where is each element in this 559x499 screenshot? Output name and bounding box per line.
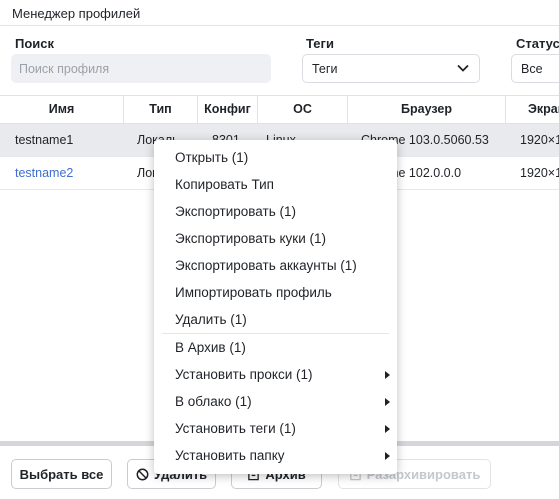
menu-item-set-proxy[interactable]: Установить прокси (1) xyxy=(154,362,397,389)
menu-item-set-tags[interactable]: Установить теги (1) xyxy=(154,416,397,443)
tags-select-value: Теги xyxy=(312,62,338,76)
ban-icon xyxy=(136,468,149,480)
column-header-browser[interactable]: Браузер xyxy=(348,96,506,124)
menu-item-delete[interactable]: Удалить (1) xyxy=(154,307,397,334)
column-header-name[interactable]: Имя xyxy=(0,96,124,124)
menu-item-set-folder[interactable]: Установить папку xyxy=(154,443,397,470)
cell-name: testname1 xyxy=(15,133,74,147)
tags-select[interactable]: Теги xyxy=(302,54,480,83)
column-header-screen[interactable]: Экран xyxy=(506,96,559,124)
menu-item-export-cookies[interactable]: Экспортировать куки (1) xyxy=(154,226,397,253)
tags-label: Теги xyxy=(306,36,334,51)
window-titlebar: Менеджер профилей xyxy=(0,0,559,26)
submenu-arrow-icon xyxy=(385,452,390,460)
menu-item-label: Установить теги (1) xyxy=(175,421,296,436)
cell-screen: 1920×1080 xyxy=(520,166,559,180)
select-all-button[interactable]: Выбрать все xyxy=(11,459,112,489)
status-select-value: Все xyxy=(521,62,543,76)
menu-item-label: Экспортировать куки (1) xyxy=(175,231,326,246)
column-header-type[interactable]: Тип xyxy=(124,96,198,124)
menu-item-label: Экспортировать (1) xyxy=(175,204,296,219)
menu-item-label: Открыть (1) xyxy=(175,150,249,165)
submenu-arrow-icon xyxy=(385,371,390,379)
status-select[interactable]: Все xyxy=(511,54,559,83)
menu-item-label: Установить папку xyxy=(175,448,285,463)
search-label: Поиск xyxy=(15,36,55,51)
cell-name[interactable]: testname2 xyxy=(15,157,120,190)
menu-separator xyxy=(162,333,389,334)
menu-item-import-profile[interactable]: Импортировать профиль xyxy=(154,280,397,307)
menu-item-open[interactable]: Открыть (1) xyxy=(154,145,397,172)
menu-item-label: Импортировать профиль xyxy=(175,285,332,300)
window-title: Менеджер профилей xyxy=(12,6,141,21)
menu-item-copy-type[interactable]: Копировать Тип xyxy=(154,172,397,199)
menu-item-label: Копировать Тип xyxy=(175,177,274,192)
column-header-os[interactable]: ОС xyxy=(258,96,348,124)
menu-item-label: Удалить (1) xyxy=(175,312,247,327)
cell-screen: 1920×1080 xyxy=(520,133,559,147)
menu-item-to-cloud[interactable]: В облако (1) xyxy=(154,389,397,416)
submenu-arrow-icon xyxy=(385,425,390,433)
table-header: Имя Тип Конфиг ОС Браузер Экран xyxy=(0,96,559,124)
search-input[interactable] xyxy=(11,54,271,83)
menu-item-label: В облако (1) xyxy=(175,394,252,409)
status-label: Статус xyxy=(516,36,559,51)
menu-item-label: Установить прокси (1) xyxy=(175,367,313,382)
menu-item-export[interactable]: Экспортировать (1) xyxy=(154,199,397,226)
menu-item-label: В Архив (1) xyxy=(175,340,246,355)
chevron-down-icon xyxy=(457,64,469,72)
submenu-arrow-icon xyxy=(385,398,390,406)
select-all-label: Выбрать все xyxy=(19,466,104,482)
menu-item-to-archive[interactable]: В Архив (1) xyxy=(154,335,397,362)
menu-item-export-accounts[interactable]: Экспортировать аккаунты (1) xyxy=(154,253,397,280)
menu-item-label: Экспортировать аккаунты (1) xyxy=(175,258,357,273)
column-header-config[interactable]: Конфиг xyxy=(198,96,258,124)
context-menu: Открыть (1) Копировать Тип Экспортироват… xyxy=(154,140,397,474)
